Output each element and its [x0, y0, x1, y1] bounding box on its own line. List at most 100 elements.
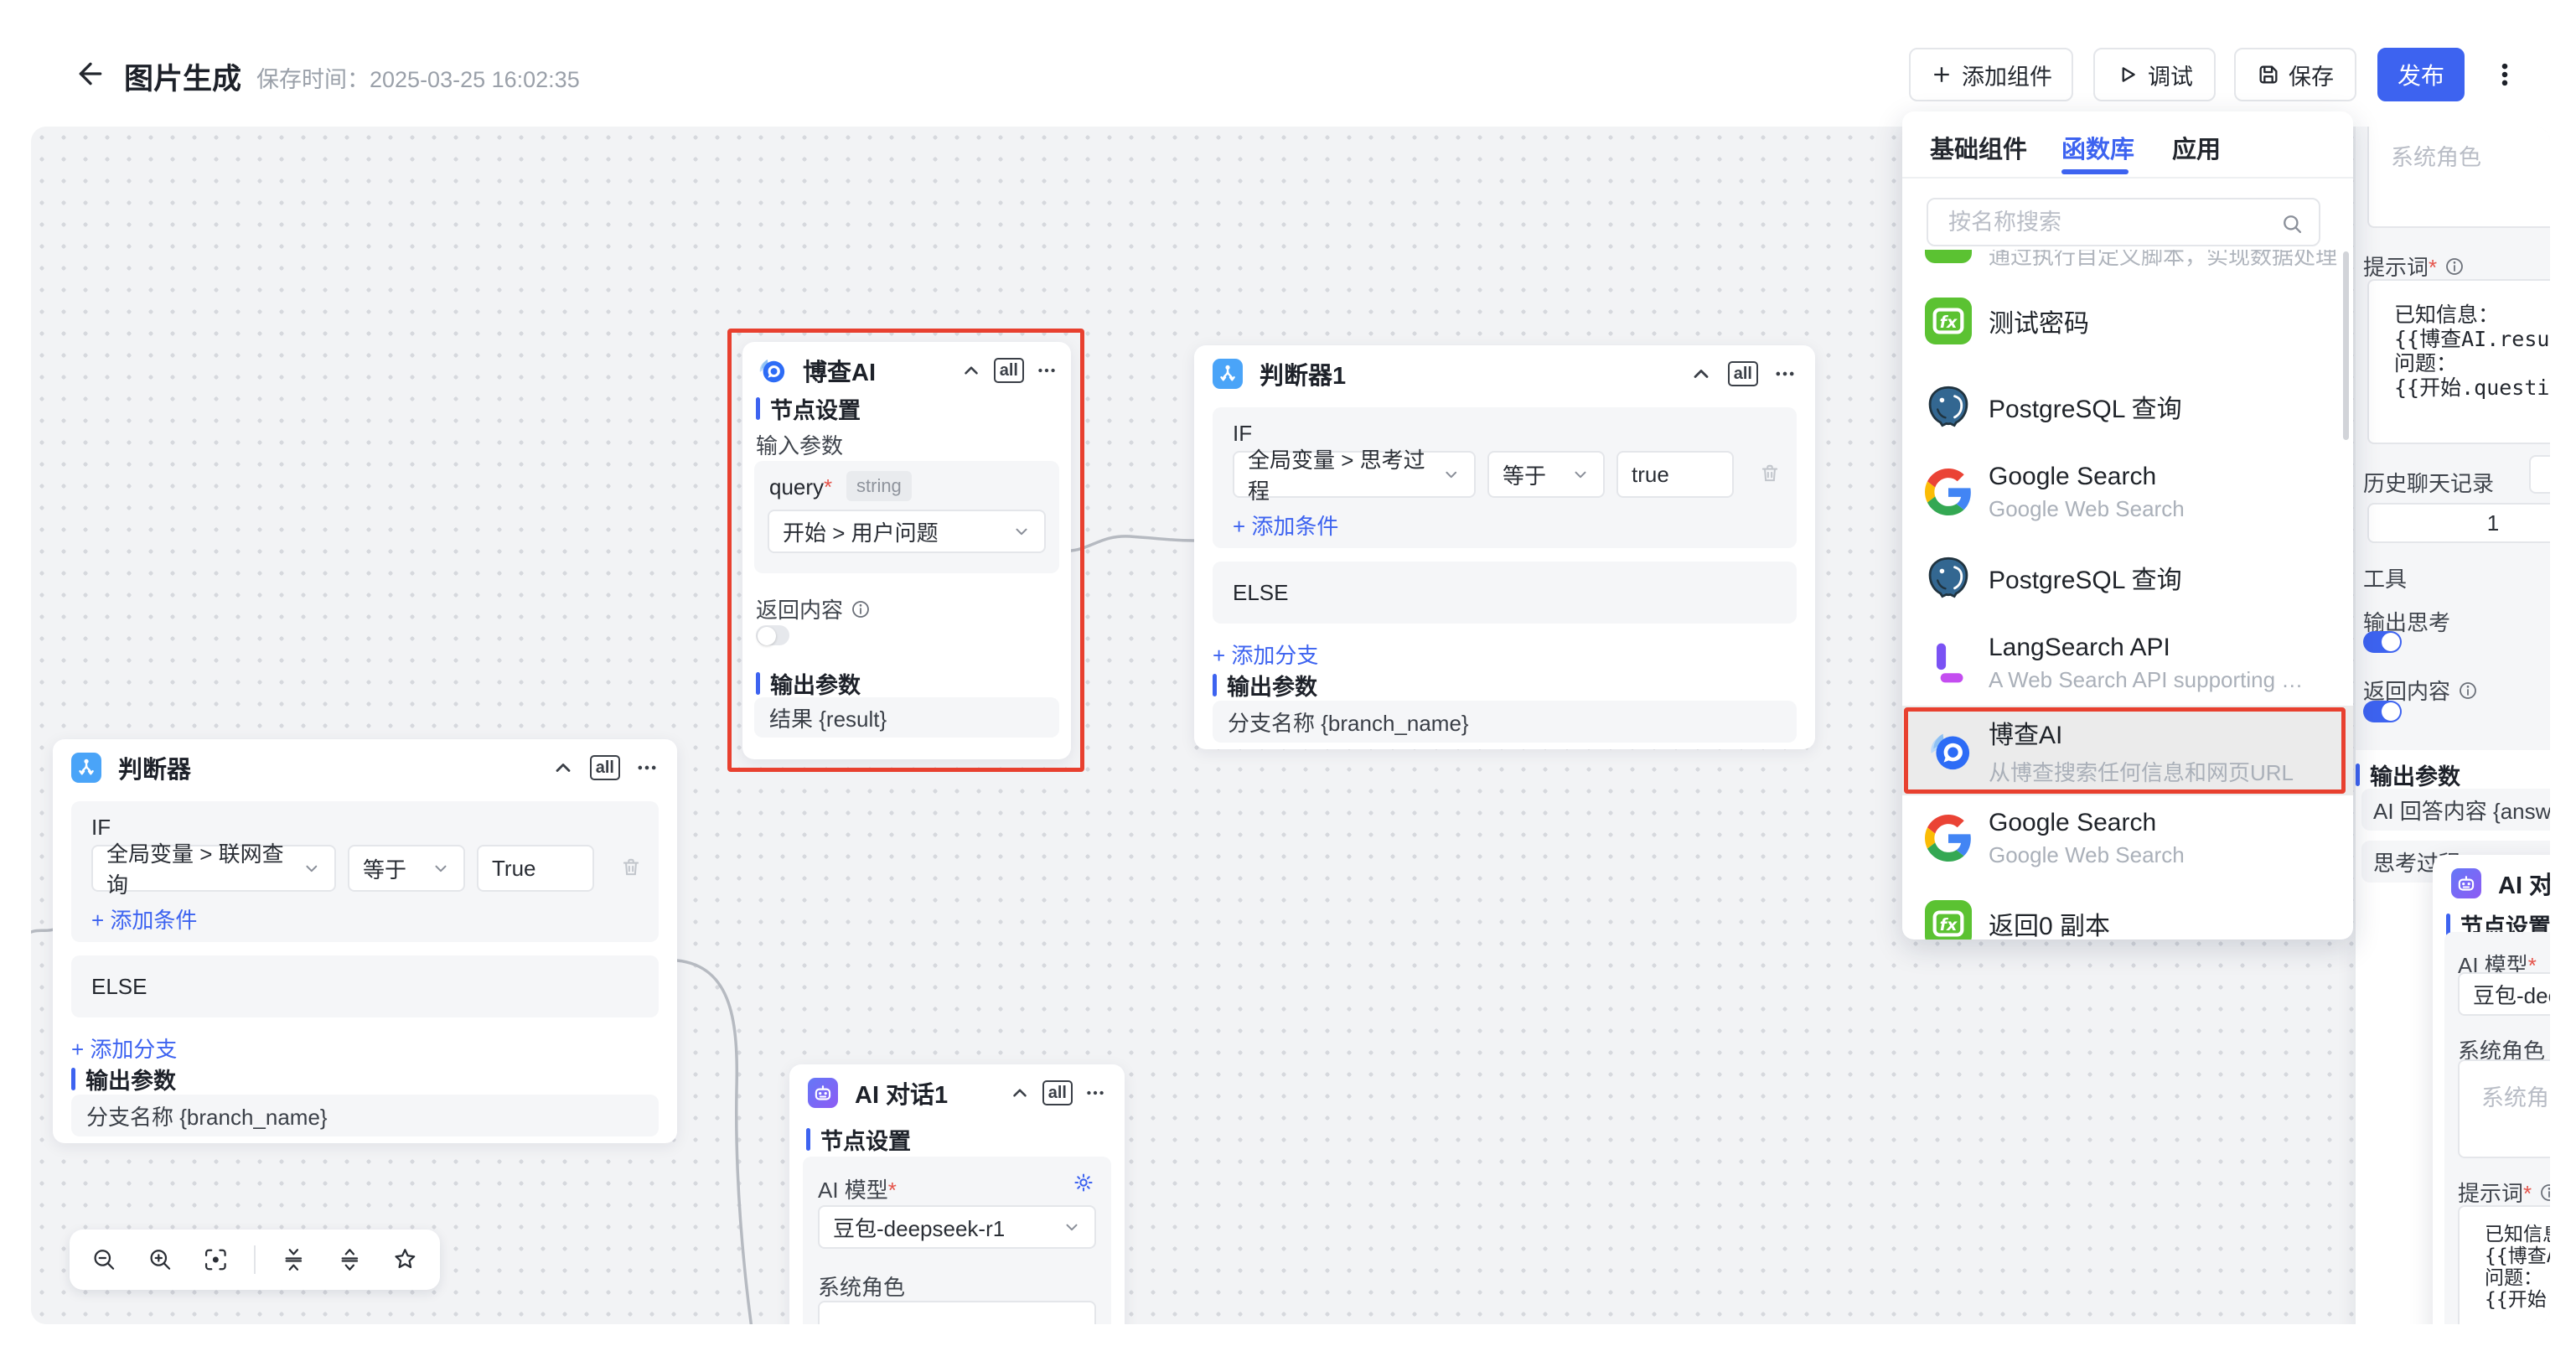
settings-header: 节点设置 — [806, 1123, 911, 1156]
prompt-label: 提示词* — [2458, 1177, 2550, 1208]
more-menu-button[interactable] — [2487, 50, 2522, 99]
tools-label: 工具 — [2363, 562, 2407, 593]
prompt-editor[interactable]: 已知信息： {{博查AI.result}} 问题： {{开始.question}… — [2458, 1205, 2550, 1324]
tab-1[interactable]: 基础组件 — [1930, 130, 2027, 165]
zoom-out-icon[interactable] — [91, 1246, 117, 1273]
kebab-icon — [2491, 56, 2519, 93]
publish-button[interactable]: 发布 — [2377, 48, 2465, 101]
list-item[interactable]: 测试密码 — [1902, 278, 2353, 364]
save-button[interactable]: 保存 — [2234, 48, 2356, 101]
add-branch-link[interactable]: + 添加分支 — [71, 1033, 177, 1064]
all-badge[interactable]: all — [1042, 1080, 1073, 1105]
collapse-icon[interactable] — [551, 756, 575, 779]
system-role-textarea[interactable] — [2367, 127, 2550, 228]
debug-button[interactable]: 调试 — [2093, 48, 2216, 101]
node-ai-chat-front[interactable]: AI 对话1 节点设置 AI 模型* 豆包-deepseek-r1 系统角色 提… — [2433, 855, 2550, 1324]
collapse-vertical-icon[interactable] — [281, 1246, 307, 1273]
else-box: ELSE — [71, 955, 659, 1017]
node-judge1[interactable]: 判断器1 all IF 全局变量 > 思考过程 等于 true — [1194, 345, 1815, 749]
component-library-panel: 基础组件函数库 应用 通过执行自定义脚本，实现数据处理 测试密码 PostgreSQ… — [1902, 111, 2353, 940]
condition-value-input[interactable]: true — [1616, 451, 1734, 498]
model-select[interactable]: 豆包-deepseek-r1 — [2458, 972, 2550, 1016]
list-item[interactable]: Google Search Google Web Search — [1902, 795, 2353, 881]
node-title: AI 对话1 — [855, 1075, 948, 1110]
trash-icon[interactable] — [620, 857, 642, 878]
add-component-button[interactable]: 添加组件 — [1909, 48, 2073, 101]
list-item[interactable]: 博查AI从博查搜索任何信息和网页URL — [1902, 706, 2353, 795]
tab-2[interactable]: 函数库 — [2061, 130, 2134, 165]
return-content-toggle[interactable] — [756, 625, 789, 645]
condition-left-select[interactable]: 全局变量 > 联网查询 — [91, 845, 336, 892]
history-value-input[interactable]: 1 — [2367, 503, 2550, 543]
info-icon — [2444, 256, 2465, 277]
list-item[interactable]: 返回0 副本 — [1902, 881, 2353, 940]
list-item[interactable]: PostgreSQL 查询 — [1902, 364, 2353, 449]
tab-3[interactable]: 应用 — [2172, 130, 2221, 165]
add-condition-link[interactable]: + 添加条件 — [1233, 510, 1338, 541]
collapse-icon[interactable] — [1009, 1082, 1031, 1104]
list-item-desc: Google Web Search — [1989, 496, 2185, 522]
history-stepper[interactable] — [2529, 455, 2550, 494]
active-tab-underline — [2061, 169, 2129, 174]
expand-vertical-icon[interactable] — [337, 1246, 363, 1273]
more-icon[interactable] — [1773, 362, 1797, 386]
list-item-title: PostgreSQL 查询 — [1989, 388, 2182, 425]
add-branch-link[interactable]: + 添加分支 — [1213, 639, 1318, 670]
settings-header: 节点设置 — [756, 392, 861, 425]
list-item[interactable]: LangSearch APIA Web Search API supportin… — [1902, 620, 2353, 706]
list-item-title: 返回0 副本 — [1989, 905, 2110, 940]
list-item-title: LangSearch API — [1989, 634, 2303, 662]
fx-icon — [1925, 250, 1972, 263]
output-thinking-toggle[interactable] — [2363, 631, 2402, 653]
judge-icon — [1213, 359, 1243, 389]
list-item[interactable]: PostgreSQL 查询 — [1902, 535, 2353, 620]
page-title: 图片生成 — [124, 55, 241, 98]
node-bocha[interactable]: 博查AI all 节点设置 输入参数 query* string 开始 > 用户… — [742, 342, 1071, 759]
list-item-title: 测试密码 — [1989, 303, 2089, 339]
collapse-icon[interactable] — [1689, 362, 1713, 386]
model-select[interactable]: 豆包-deepseek-r1 — [818, 1205, 1096, 1249]
back-button[interactable] — [74, 57, 107, 91]
more-icon[interactable] — [1084, 1082, 1106, 1104]
list-item[interactable]: Google SearchGoogle Web Search — [1902, 449, 2353, 535]
output-value: 分支名称 {branch_name} — [1213, 701, 1797, 743]
condition-op-select[interactable]: 等于 — [1487, 451, 1605, 498]
app-window: 判断器 all IF 全局变量 > 联网查询 等于 True — [0, 0, 2576, 1346]
search-icon[interactable] — [2280, 212, 2304, 236]
panel-scrollbar[interactable] — [2343, 251, 2349, 440]
more-icon[interactable] — [1036, 360, 1058, 381]
fit-view-icon[interactable] — [203, 1246, 229, 1273]
return-content-toggle[interactable] — [2363, 701, 2402, 722]
trash-icon[interactable] — [1759, 463, 1781, 484]
collapse-icon[interactable] — [960, 360, 982, 381]
system-role-textarea[interactable] — [818, 1301, 1096, 1324]
favorite-star-icon[interactable] — [392, 1246, 418, 1273]
node-ai-chat1[interactable]: AI 对话1 all 节点设置 AI 模型* 豆包-deepseek-r1 系统… — [789, 1064, 1125, 1324]
list-item-partial[interactable]: 通过执行自定义脚本，实现数据处理 — [1902, 250, 2353, 278]
condition-value-input[interactable]: True — [477, 845, 594, 892]
all-badge[interactable]: all — [994, 358, 1024, 383]
zoom-in-icon[interactable] — [147, 1246, 173, 1273]
search-input[interactable] — [1928, 199, 2319, 245]
all-badge[interactable]: all — [590, 755, 620, 780]
add-condition-link[interactable]: + 添加条件 — [91, 903, 197, 934]
param-value-select[interactable]: 开始 > 用户问题 — [768, 510, 1046, 553]
library-tabs: 基础组件函数库 应用 — [1902, 111, 2353, 177]
prompt-editor[interactable]: 已知信息： {{博查AI.result}} 问题： {{开始.question}… — [2367, 279, 2550, 444]
save-time: 保存时间：2025-03-25 16:02:35 — [256, 61, 580, 94]
robot-icon — [2451, 868, 2481, 898]
condition-op-select[interactable]: 等于 — [348, 845, 465, 892]
gear-icon[interactable] — [1073, 1172, 1094, 1193]
condition-left-select[interactable]: 全局变量 > 思考过程 — [1233, 451, 1476, 498]
output-params-header: 输出参数 — [756, 667, 861, 700]
list-item-title: Google Search — [1989, 809, 2185, 837]
postgres-icon — [1925, 383, 1972, 430]
google-icon — [1925, 815, 1972, 862]
node-judge[interactable]: 判断器 all IF 全局变量 > 联网查询 等于 True — [53, 739, 677, 1143]
list-item-desc: Google Web Search — [1989, 842, 2185, 868]
robot-icon — [808, 1078, 838, 1108]
all-badge[interactable]: all — [1728, 361, 1758, 386]
more-icon[interactable] — [635, 756, 659, 779]
postgres-icon — [1925, 554, 1972, 601]
system-role-textarea[interactable] — [2458, 1059, 2550, 1158]
